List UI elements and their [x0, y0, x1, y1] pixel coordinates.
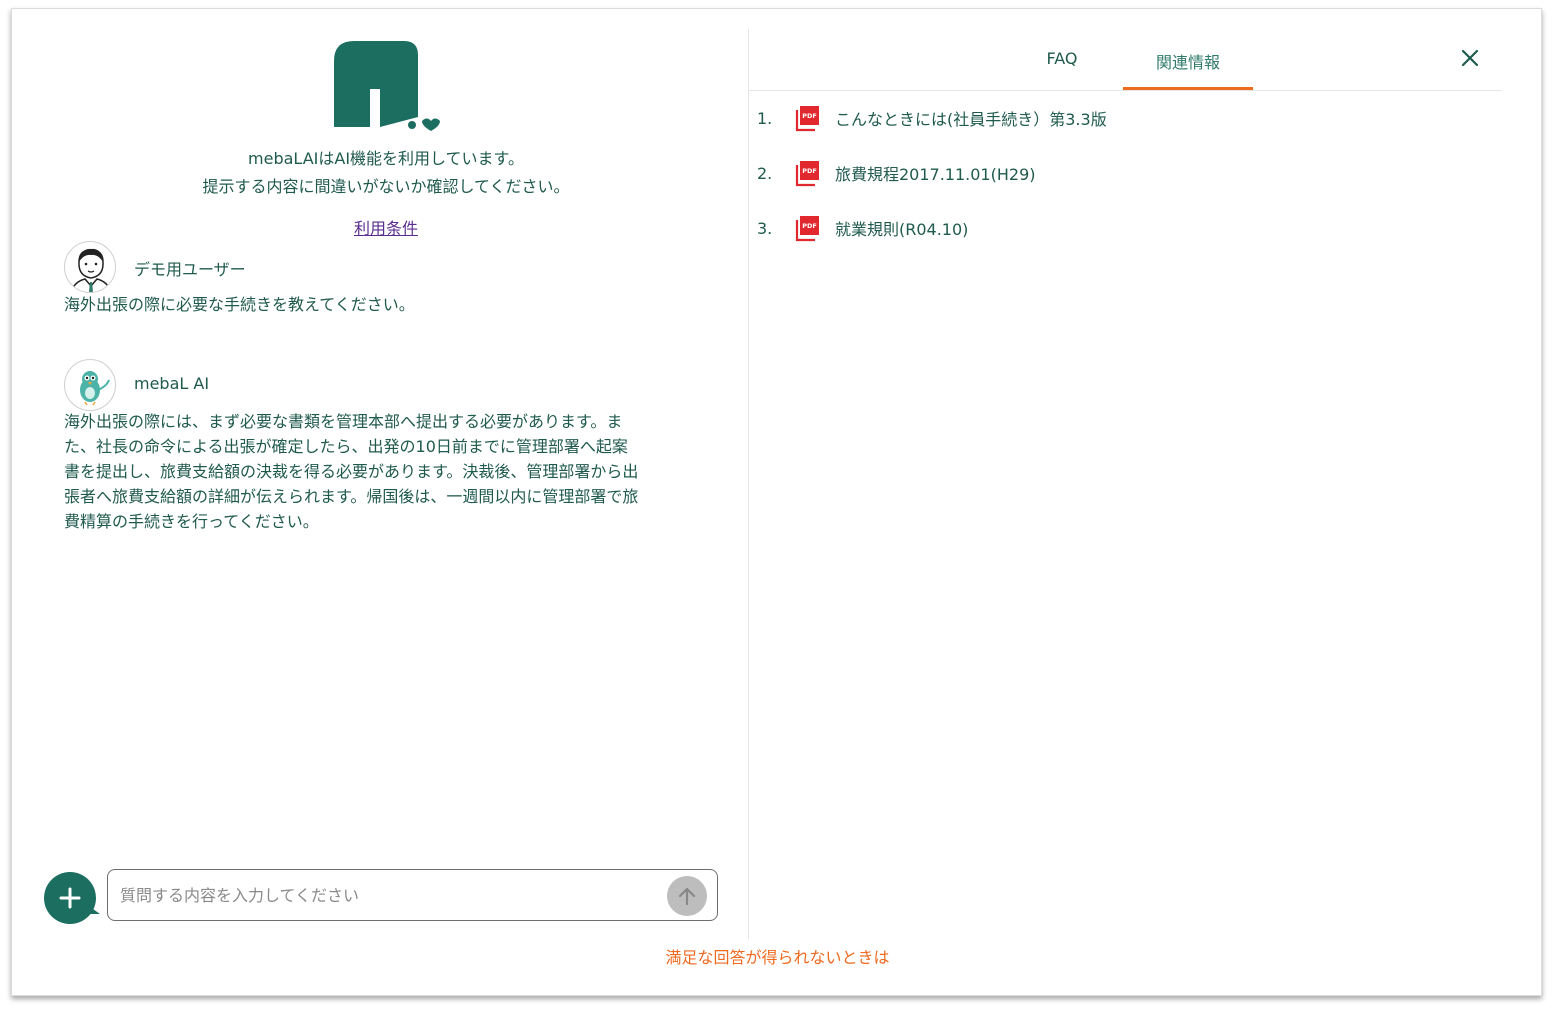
user-avatar-icon [70, 248, 112, 292]
user-name: デモ用ユーザー [134, 260, 246, 279]
user-message: 海外出張の際に必要な手続きを教えてください。 [64, 295, 415, 314]
document-title: 旅費規程2017.11.01(H29) [835, 165, 1036, 184]
close-icon[interactable] [1458, 46, 1482, 70]
tab-related-info[interactable]: 関連情報 [1123, 49, 1253, 73]
new-chat-button-tail [86, 904, 100, 914]
tabs-divider [749, 90, 1502, 91]
terms-link[interactable]: 利用条件 [354, 219, 418, 238]
ai-message-line: 書を提出し、旅費支給額の決裁を得る必要があります。決裁後、管理部署から出 [64, 462, 639, 481]
unsatisfied-answer-link[interactable]: 満足な回答が得られないときは [12, 944, 1543, 968]
document-number: 3. [757, 218, 773, 238]
bird-mascot-icon [80, 371, 110, 406]
terms-container: 利用条件 [72, 215, 700, 239]
document-number: 1. [757, 108, 773, 128]
ai-notice: mebaLAIはAI機能を利用しています。 提示する内容に間違いがないか確認して… [72, 145, 700, 201]
ai-message-line: 費精算の手続きを行ってください。 [64, 512, 319, 531]
document-item[interactable]: 3. PDF 就業規則(R04.10) [757, 213, 968, 243]
document-number: 2. [757, 163, 773, 183]
panel-divider [748, 29, 749, 939]
question-input-box [107, 869, 718, 921]
tab-faq[interactable]: FAQ [1022, 49, 1102, 68]
ai-message: 海外出張の際には、まず必要な書類を管理本部へ提出する必要があります。ま た、社長… [64, 409, 714, 534]
document-item[interactable]: 2. PDF 旅費規程2017.11.01(H29) [757, 158, 1036, 188]
send-button[interactable] [667, 876, 707, 916]
ai-avatar [64, 359, 116, 411]
plus-icon [59, 887, 81, 909]
app-window: mebaLAIはAI機能を利用しています。 提示する内容に間違いがないか確認して… [11, 8, 1542, 996]
pdf-icon: PDF [795, 161, 819, 187]
document-title: 就業規則(R04.10) [835, 220, 969, 239]
question-input[interactable] [120, 880, 650, 910]
ai-notice-line1: mebaLAIはAI機能を利用しています。 [248, 149, 524, 168]
ai-message-line: た、社長の命令による出張が確定したら、出発の10日前までに管理部署へ起案 [64, 437, 628, 456]
document-title: こんなときには(社員手続き）第3.3版 [835, 110, 1107, 129]
chat-panel: mebaLAIはAI機能を利用しています。 提示する内容に間違いがないか確認して… [12, 9, 748, 939]
svg-text:PDF: PDF [802, 222, 817, 230]
ai-message-line: 張者へ旅費支給額の詳細が伝えられます。帰国後は、一週間以内に管理部署で旅 [64, 487, 639, 506]
ai-notice-line2: 提示する内容に間違いがないか確認してください。 [202, 177, 570, 196]
svg-text:PDF: PDF [802, 167, 817, 175]
svg-text:PDF: PDF [802, 112, 817, 120]
new-chat-button[interactable] [44, 872, 96, 924]
ai-message-line: 海外出張の際には、まず必要な書類を管理本部へ提出する必要があります。ま [64, 412, 623, 431]
ai-name: mebaL AI [134, 374, 210, 393]
mebal-logo [334, 41, 440, 131]
pdf-icon: PDF [795, 106, 819, 132]
arrow-up-icon [678, 887, 696, 906]
pdf-icon: PDF [795, 216, 819, 242]
user-avatar [64, 241, 116, 293]
document-item[interactable]: 1. PDF こんなときには(社員手続き）第3.3版 [757, 103, 1107, 133]
